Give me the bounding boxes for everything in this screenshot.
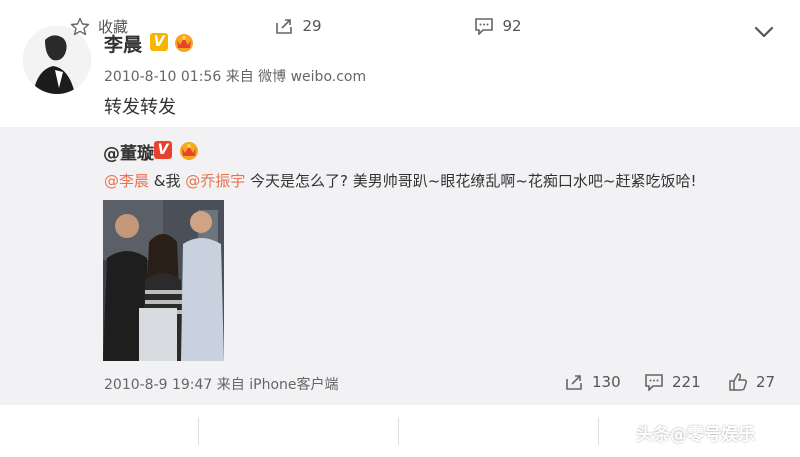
mention-link[interactable]: @乔振宇 xyxy=(185,172,245,190)
star-icon xyxy=(70,17,90,35)
chevron-down-icon[interactable] xyxy=(752,22,776,42)
comment-icon xyxy=(475,18,494,35)
photo-image xyxy=(103,200,224,361)
like-icon xyxy=(729,373,748,391)
repost-text: @李晨 &我 @乔振宇 今天是怎么了? 美男帅哥趴~眼花缭乱啊~花痴口水吧~赶紧… xyxy=(104,170,696,191)
repost-like-stat[interactable]: 27 xyxy=(728,373,775,391)
comment-button[interactable]: 92 xyxy=(398,0,598,52)
verified-v-icon: V xyxy=(154,141,172,159)
divider xyxy=(398,417,399,445)
post-content: 转发转发 xyxy=(104,97,176,118)
member-crown-icon xyxy=(180,142,198,160)
comment-button-count: 92 xyxy=(502,17,522,35)
repost-share-stat[interactable]: 130 xyxy=(564,373,621,391)
divider xyxy=(598,417,599,445)
repost-button-count: 29 xyxy=(302,17,322,35)
divider xyxy=(198,417,199,445)
share-icon xyxy=(566,375,582,390)
favorite-label: 收藏 xyxy=(97,17,128,36)
repost-share-count: 130 xyxy=(592,373,621,391)
share-icon xyxy=(276,19,293,34)
repost-text-body: 今天是怎么了? 美男帅哥趴~眼花缭乱啊~花痴口水吧~赶紧吃饭哈! xyxy=(245,172,697,190)
repost-text-mid: &我 xyxy=(149,172,186,190)
weibo-post: 李晨 V 2010-8-10 01:56 来自 微博 weibo.com 转发转… xyxy=(0,0,800,457)
repost-author-name[interactable]: @董璇 xyxy=(103,139,154,164)
watermark-text: 头条@零号娱乐 xyxy=(636,425,755,445)
comment-icon xyxy=(645,374,663,391)
repost-photo[interactable] xyxy=(103,200,224,361)
mention-link[interactable]: @李晨 xyxy=(104,172,149,190)
post-meta: 2010-8-10 01:56 来自 微博 weibo.com xyxy=(104,69,367,85)
repost-comment-stat[interactable]: 221 xyxy=(644,373,701,391)
repost-button[interactable]: 29 xyxy=(198,0,398,52)
favorite-button[interactable]: 收藏 xyxy=(0,0,198,52)
repost-comment-count: 221 xyxy=(672,373,701,391)
repost-meta: 2010-8-9 19:47 来自 iPhone客户端 xyxy=(104,377,339,393)
repost-like-count: 27 xyxy=(756,373,776,391)
